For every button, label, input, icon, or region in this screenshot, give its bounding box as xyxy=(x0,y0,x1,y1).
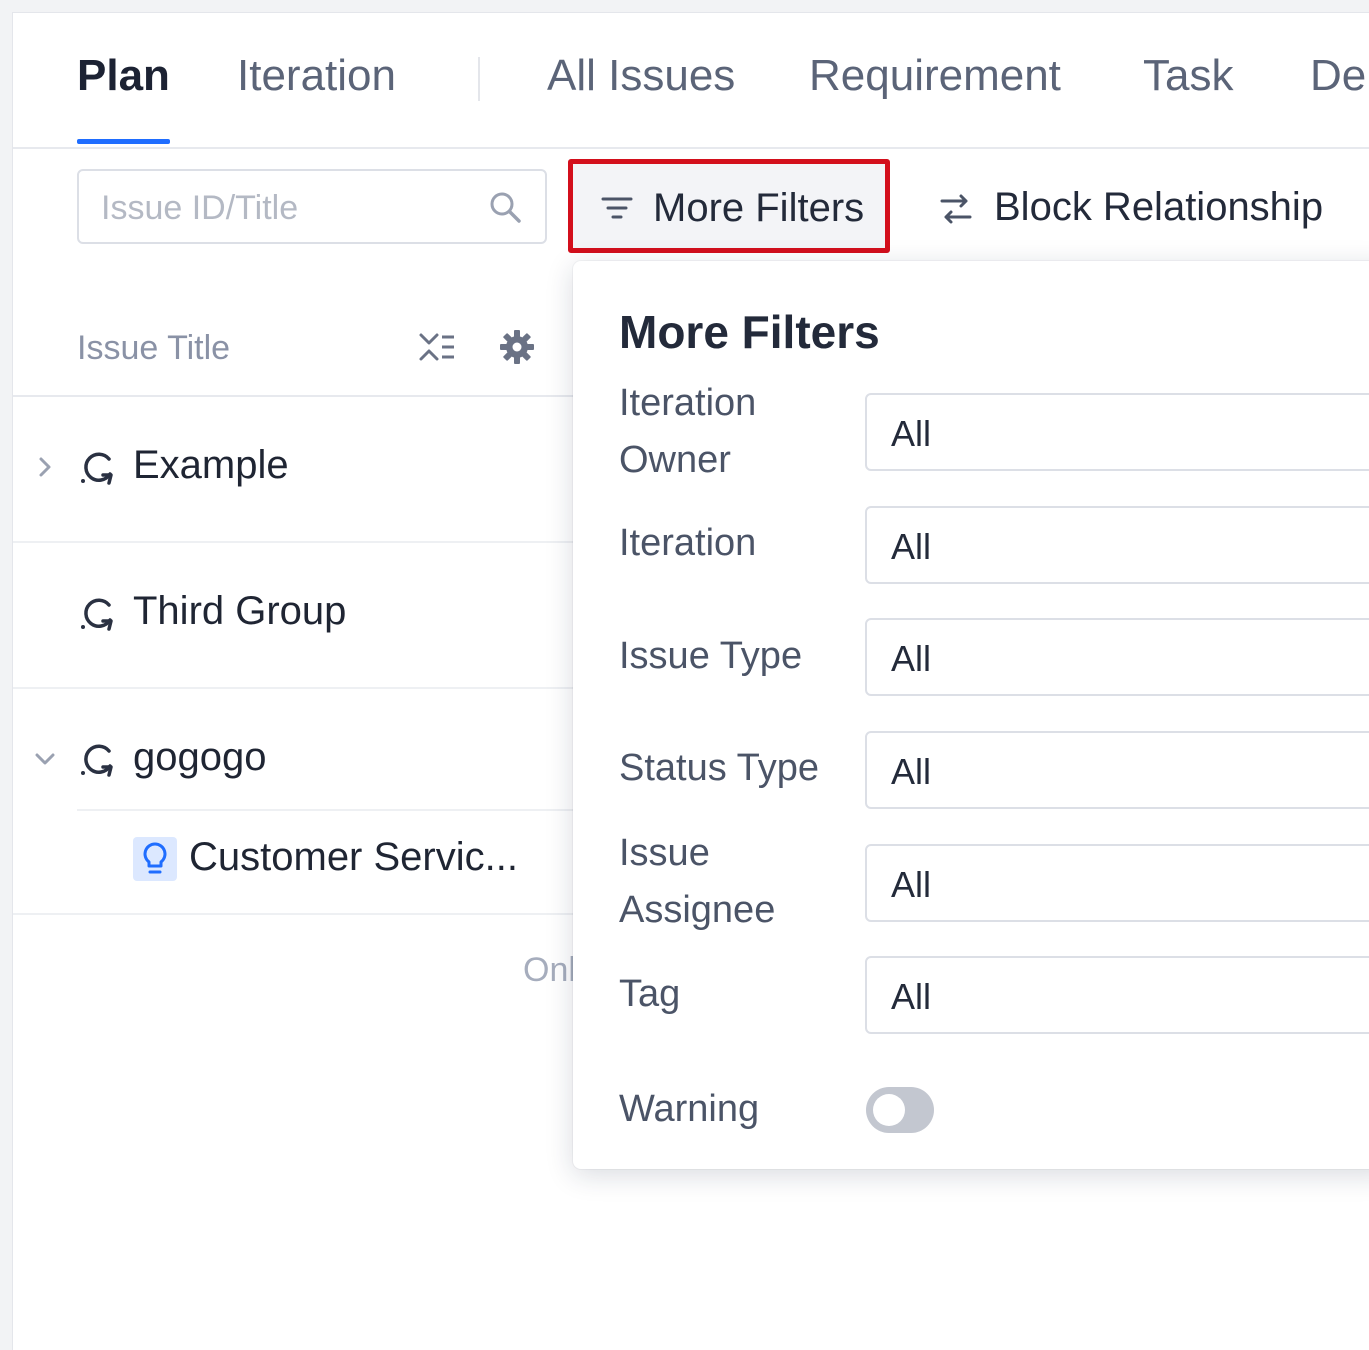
tab-bar: Plan Iteration All Issues Requirement Ta… xyxy=(13,13,1369,149)
issue-assignee-select[interactable]: All xyxy=(865,844,1369,922)
search-placeholder: Issue ID/Title xyxy=(101,189,299,227)
group-label: Third Group xyxy=(133,589,347,633)
issue-type-select[interactable]: All xyxy=(865,618,1369,696)
tab-truncated[interactable]: De xyxy=(1310,51,1366,101)
select-value: All xyxy=(891,976,932,1017)
chevron-down-icon[interactable] xyxy=(33,747,57,771)
filter-label-tag: Tag xyxy=(619,973,681,1015)
filter-label-status-type: Status Type xyxy=(619,747,819,789)
active-tab-indicator xyxy=(77,139,170,144)
requirement-bulb-icon xyxy=(133,837,177,881)
iteration-owner-select[interactable]: All xyxy=(865,393,1369,471)
iteration-cycle-icon xyxy=(81,744,113,777)
select-value: All xyxy=(891,751,932,792)
select-value: All xyxy=(891,864,932,905)
list-item-group-example[interactable]: Example xyxy=(13,397,573,543)
group-label: Example xyxy=(133,443,289,487)
list-footer-text: Onl xyxy=(523,951,573,989)
tab-divider xyxy=(478,57,480,101)
select-value: All xyxy=(891,413,932,454)
filter-label-issue-type: Issue Type xyxy=(619,635,803,677)
filter-label-iteration: Iteration xyxy=(619,522,757,564)
search-input[interactable]: Issue ID/Title xyxy=(77,169,547,244)
warning-toggle[interactable] xyxy=(866,1087,934,1133)
issue-title: Customer Servic... xyxy=(189,835,518,879)
list-item-group-gogogo[interactable]: gogogo Customer Servic... xyxy=(13,689,573,915)
filter-label-warning: Warning xyxy=(619,1088,760,1130)
list-header: Issue Title xyxy=(13,313,573,397)
more-filters-popover: More Filters Iteration Owner All Iterati… xyxy=(573,261,1369,1169)
status-type-select[interactable]: All xyxy=(865,731,1369,809)
column-header-issue-title: Issue Title xyxy=(77,329,231,367)
filter-label-iteration-owner: Iteration Owner xyxy=(619,382,757,481)
iteration-select[interactable]: All xyxy=(865,506,1369,584)
group-label: gogogo xyxy=(133,735,267,779)
more-filters-button[interactable]: More Filters xyxy=(568,159,890,253)
app-frame: Plan Iteration All Issues Requirement Ta… xyxy=(12,12,1369,1350)
iteration-cycle-icon xyxy=(81,598,113,631)
search-icon[interactable] xyxy=(487,189,523,225)
iteration-cycle-icon xyxy=(81,452,113,485)
tab-task[interactable]: Task xyxy=(1143,51,1233,101)
toggle-knob xyxy=(873,1094,905,1126)
settings-gear-icon[interactable] xyxy=(497,327,537,367)
tab-requirement[interactable]: Requirement xyxy=(809,51,1061,101)
tab-all-issues[interactable]: All Issues xyxy=(547,51,735,101)
filter-label-issue-assignee: Issue Assignee xyxy=(619,832,776,931)
tag-select[interactable]: All xyxy=(865,956,1369,1034)
more-filters-label: More Filters xyxy=(653,186,865,230)
block-relationship-label: Block Relationship xyxy=(994,185,1324,229)
popover-title: More Filters xyxy=(619,306,880,358)
list-item-group-third-group[interactable]: Third Group xyxy=(13,543,573,689)
list-item-issue[interactable]: Customer Servic... xyxy=(77,809,573,913)
chevron-right-icon[interactable] xyxy=(33,455,57,479)
collapse-all-icon[interactable] xyxy=(417,327,457,367)
select-value: All xyxy=(891,638,932,679)
block-relationship-icon xyxy=(940,194,972,224)
tab-plan[interactable]: Plan xyxy=(77,51,170,101)
tab-iteration[interactable]: Iteration xyxy=(237,51,396,101)
filter-icon xyxy=(601,197,633,219)
select-value: All xyxy=(891,526,932,567)
